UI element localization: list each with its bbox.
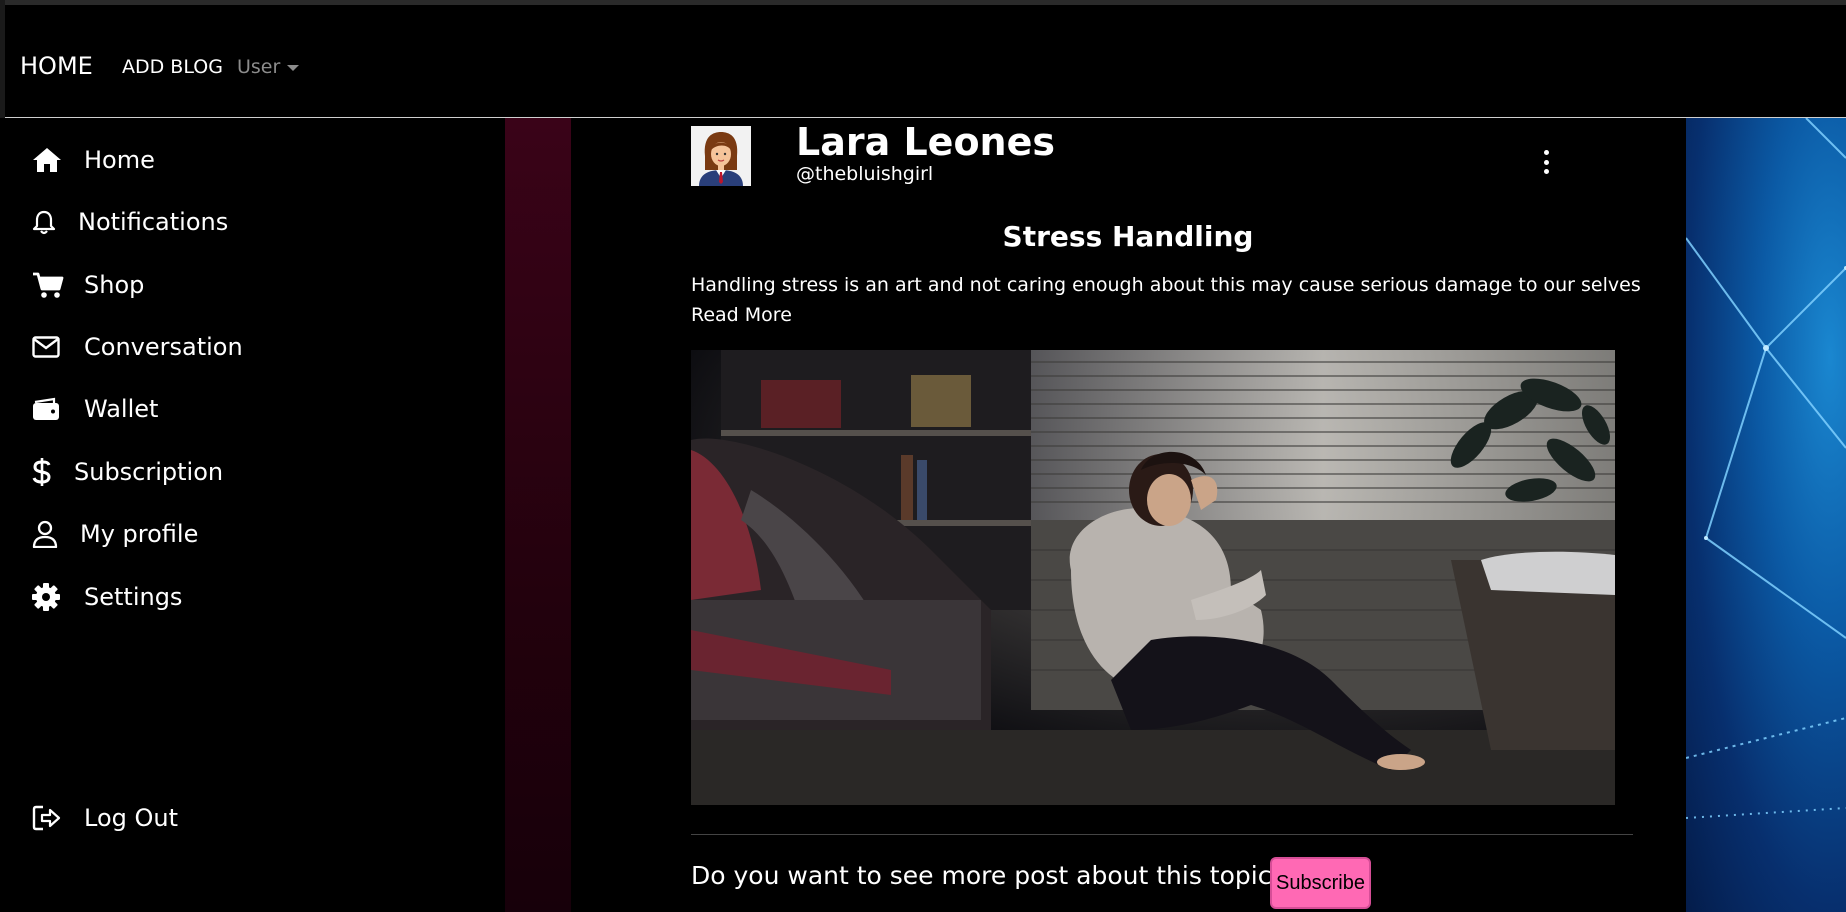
sidebar-item-label: Settings: [84, 583, 183, 611]
sidebar-item-label: Conversation: [84, 333, 243, 361]
sign-out-icon: [32, 803, 66, 833]
sidebar-item-label: Log Out: [84, 804, 179, 832]
caret-down-icon: [287, 64, 300, 71]
wallet-icon: [32, 394, 66, 424]
sidebar-item-wallet[interactable]: Wallet: [32, 394, 158, 424]
sidebar-item-label: Subscription: [74, 458, 224, 486]
subscribe-prompt: Do you want to see more post about this …: [691, 861, 1298, 890]
read-more-link[interactable]: Read More: [691, 304, 792, 326]
dollar-icon: [32, 457, 66, 487]
sidebar-item-label: Notifications: [78, 208, 229, 236]
nav-home-link[interactable]: HOME: [20, 52, 93, 80]
post-image: [691, 350, 1615, 805]
cart-icon: [32, 270, 66, 300]
sidebar-item-subscription[interactable]: Subscription: [32, 457, 223, 487]
user-icon: [32, 519, 66, 549]
top-navbar: HOME ADD BLOG User: [5, 5, 1846, 118]
sidebar-item-label: Home: [84, 146, 155, 174]
sidebar-item-home[interactable]: Home: [32, 145, 155, 175]
author-handle: @thebluishgirl: [796, 163, 934, 185]
sidebar-item-label: Shop: [84, 271, 145, 299]
author-avatar[interactable]: [691, 126, 751, 186]
user-dropdown-label: User: [237, 56, 281, 78]
background-network-image: [1686, 118, 1846, 912]
home-icon: [32, 145, 66, 175]
sidebar-item-notifications[interactable]: Notifications: [32, 207, 228, 237]
post-title: Stress Handling: [1002, 220, 1254, 253]
sidebar-item-label: My profile: [80, 520, 199, 548]
subscribe-button[interactable]: Subscribe: [1270, 857, 1371, 909]
sidebar: Home Notifications Shop Conversation Wal…: [0, 118, 505, 912]
gear-icon: [32, 582, 66, 612]
sidebar-item-label: Wallet: [84, 395, 159, 423]
sidebar-item-shop[interactable]: Shop: [32, 270, 144, 300]
envelope-icon: [32, 332, 66, 362]
sidebar-item-log-out[interactable]: Log Out: [32, 803, 178, 833]
bell-icon: [32, 207, 66, 237]
post-divider: [691, 834, 1633, 835]
background-gradient: [505, 118, 571, 912]
more-options-icon[interactable]: [1540, 150, 1552, 174]
sidebar-item-settings[interactable]: Settings: [32, 582, 182, 612]
nav-user-dropdown[interactable]: User: [237, 56, 300, 78]
author-name[interactable]: Lara Leones: [796, 120, 1055, 164]
sidebar-item-my-profile[interactable]: My profile: [32, 519, 198, 549]
sidebar-item-conversation[interactable]: Conversation: [32, 332, 243, 362]
post-excerpt: Handling stress is an art and not caring…: [691, 274, 1641, 296]
nav-add-blog-link[interactable]: ADD BLOG: [122, 56, 223, 78]
